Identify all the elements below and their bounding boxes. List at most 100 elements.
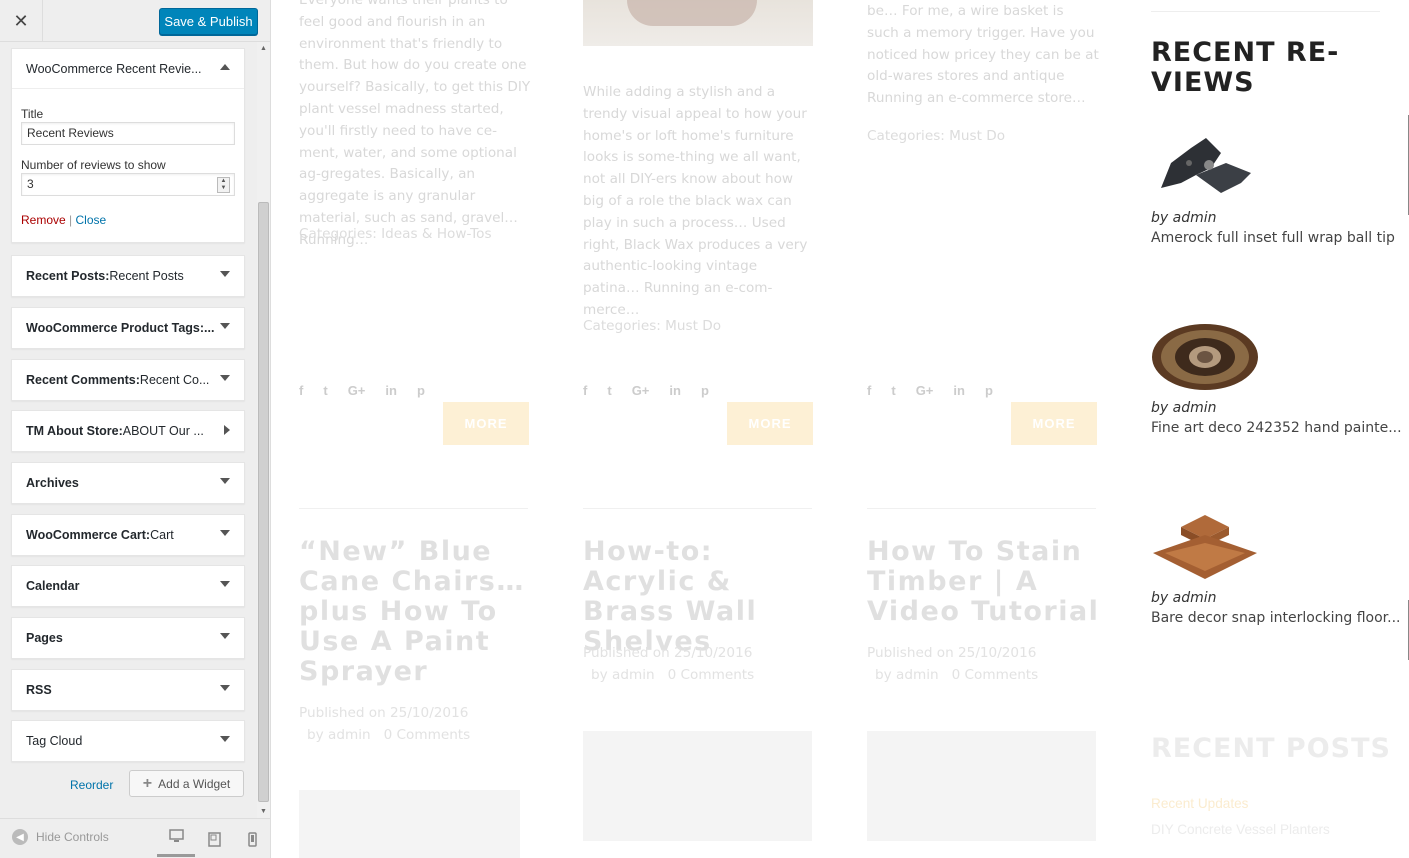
widget-tag-cloud[interactable]: Tag Cloud xyxy=(11,720,245,762)
google-plus-icon[interactable]: G+ xyxy=(916,383,934,398)
number-input[interactable]: 3 ▲ ▼ xyxy=(21,173,235,196)
post-comments[interactable]: 0 Comments xyxy=(668,667,755,683)
widget-title: Recent Comments: xyxy=(26,373,140,387)
expand-arrow-icon[interactable] xyxy=(220,581,230,587)
more-button[interactable]: MORE xyxy=(1011,402,1097,445)
more-button[interactable]: MORE xyxy=(443,402,529,445)
post-comments[interactable]: 0 Comments xyxy=(952,667,1039,683)
hide-controls-button[interactable]: ◀ Hide Controls xyxy=(12,829,109,845)
sidebar-scrollbar[interactable]: ▲ ▼ xyxy=(257,42,270,818)
widget-header[interactable]: WooCommerce Recent Revie... xyxy=(12,49,244,89)
review-product-name[interactable]: Fine art deco 242352 hand painte... xyxy=(1151,420,1402,436)
expand-arrow-icon[interactable] xyxy=(220,736,230,742)
post-image[interactable] xyxy=(583,0,813,46)
widget-recent-comments[interactable]: Recent Comments: Recent Co... xyxy=(11,359,245,401)
widget-pages[interactable]: Pages xyxy=(11,617,245,659)
review-product-name[interactable]: Bare decor snap interlocking floor... xyxy=(1151,610,1401,626)
linkedin-icon[interactable]: in xyxy=(385,383,397,398)
widget-archives[interactable]: Archives xyxy=(11,462,245,504)
facebook-icon[interactable]: f xyxy=(867,383,871,398)
widget-recent-posts[interactable]: Recent Posts: Recent Posts xyxy=(11,255,245,297)
recent-post-link[interactable]: DIY Concrete Vessel Planters xyxy=(1151,822,1330,837)
expand-arrow-icon[interactable] xyxy=(220,478,230,484)
review-product-image[interactable] xyxy=(1151,513,1259,581)
expand-arrow-icon[interactable] xyxy=(220,530,230,536)
twitter-icon[interactable]: t xyxy=(607,383,611,398)
post-title[interactable]: “New” Blue Cane Chairs…plus How To Use A… xyxy=(299,537,539,687)
facebook-icon[interactable]: f xyxy=(583,383,587,398)
post-categories[interactable]: Categories: Must Do xyxy=(867,128,1005,144)
link-separator: | xyxy=(69,213,73,227)
widget-tm-about-store[interactable]: TM About Store: ABOUT Our ... xyxy=(11,410,245,452)
add-widget-button[interactable]: + Add a Widget xyxy=(129,770,244,797)
widget-woocommerce-cart[interactable]: WooCommerce Cart: Cart xyxy=(11,514,245,556)
post-author[interactable]: by admin xyxy=(591,667,655,683)
post-date: Published on 25/10/2016 xyxy=(299,705,469,721)
review-author[interactable]: by admin xyxy=(1151,590,1391,606)
scroll-thumb[interactable] xyxy=(258,202,269,802)
expand-arrow-icon[interactable] xyxy=(220,633,230,639)
post-categories[interactable]: Categories: Ideas & How-Tos xyxy=(299,226,492,242)
widget-subtitle: Recent Co... xyxy=(139,373,210,387)
mobile-preview-icon[interactable] xyxy=(242,829,262,849)
pinterest-icon[interactable]: p xyxy=(985,383,993,398)
title-input[interactable]: Recent Reviews xyxy=(21,122,235,145)
review-product-image[interactable] xyxy=(1151,323,1259,391)
pinterest-icon[interactable]: p xyxy=(417,383,425,398)
post-comments[interactable]: 0 Comments xyxy=(384,727,471,743)
google-plus-icon[interactable]: G+ xyxy=(632,383,650,398)
collapse-arrow-icon[interactable] xyxy=(220,64,230,70)
google-plus-icon[interactable]: G+ xyxy=(348,383,366,398)
widget-product-tags[interactable]: WooCommerce Product Tags:... xyxy=(11,307,245,349)
review-product-name[interactable]: Amerock full inset full wrap ball tip xyxy=(1151,230,1395,246)
linkedin-icon[interactable]: in xyxy=(669,383,681,398)
close-customizer-button[interactable]: ✕ xyxy=(0,0,43,42)
expand-arrow-icon[interactable] xyxy=(220,323,230,329)
scroll-up-arrow-icon[interactable]: ▲ xyxy=(260,45,267,52)
post-title[interactable]: How-to: Acrylic & Brass Wall Shelves xyxy=(583,537,823,657)
post-author[interactable]: by admin xyxy=(307,727,371,743)
review-product-image[interactable] xyxy=(1151,133,1259,201)
widget-title: TM About Store: xyxy=(26,424,123,438)
widget-subtitle: Recent Posts xyxy=(109,269,184,283)
twitter-icon[interactable]: t xyxy=(891,383,895,398)
widget-title: Calendar xyxy=(26,579,80,593)
widget-title: Archives xyxy=(26,476,79,490)
close-link[interactable]: Close xyxy=(76,213,107,227)
post-thumbnail[interactable] xyxy=(867,731,1096,841)
desktop-preview-icon[interactable] xyxy=(157,829,195,857)
widget-title: RSS xyxy=(26,683,52,697)
expand-arrow-icon[interactable] xyxy=(220,685,230,691)
recent-post-link[interactable]: Recent Updates xyxy=(1151,796,1248,811)
facebook-icon[interactable]: f xyxy=(299,383,303,398)
post-title[interactable]: How To Stain Timber | A Video Tutorial xyxy=(867,537,1107,627)
post-thumbnail[interactable] xyxy=(299,790,520,858)
review-author[interactable]: by admin xyxy=(1151,210,1391,226)
scroll-down-arrow-icon[interactable]: ▼ xyxy=(260,808,267,815)
post-author[interactable]: by admin xyxy=(875,667,939,683)
remove-link[interactable]: Remove xyxy=(21,213,66,227)
expand-arrow-icon[interactable] xyxy=(220,375,230,381)
widget-title: WooCommerce Product Tags:... xyxy=(26,321,215,335)
post-excerpt: be… For me, a wire basket is such a memo… xyxy=(867,3,1099,107)
review-author[interactable]: by admin xyxy=(1151,400,1391,416)
widget-subtitle: ABOUT Our ... xyxy=(122,424,204,438)
pinterest-icon[interactable]: p xyxy=(701,383,709,398)
twitter-icon[interactable]: t xyxy=(323,383,327,398)
divider xyxy=(1151,11,1380,12)
number-spinner[interactable]: ▲ ▼ xyxy=(217,177,230,193)
expand-arrow-icon[interactable] xyxy=(220,271,230,277)
number-value: 3 xyxy=(27,177,34,191)
more-button[interactable]: MORE xyxy=(727,402,813,445)
site-preview: Everyone wants their plants to feel good… xyxy=(271,0,1409,858)
widget-calendar[interactable]: Calendar xyxy=(11,565,245,607)
post-categories[interactable]: Categories: Must Do xyxy=(583,318,721,334)
review-item: by admin Bare decor snap interlocking fl… xyxy=(1151,513,1401,626)
tablet-preview-icon[interactable] xyxy=(204,829,224,849)
post-thumbnail[interactable] xyxy=(583,731,812,841)
expand-arrow-icon[interactable] xyxy=(224,425,230,435)
save-publish-button[interactable]: Save & Publish xyxy=(159,8,258,35)
widget-rss[interactable]: RSS xyxy=(11,669,245,711)
reorder-link[interactable]: Reorder xyxy=(70,778,113,792)
linkedin-icon[interactable]: in xyxy=(953,383,965,398)
